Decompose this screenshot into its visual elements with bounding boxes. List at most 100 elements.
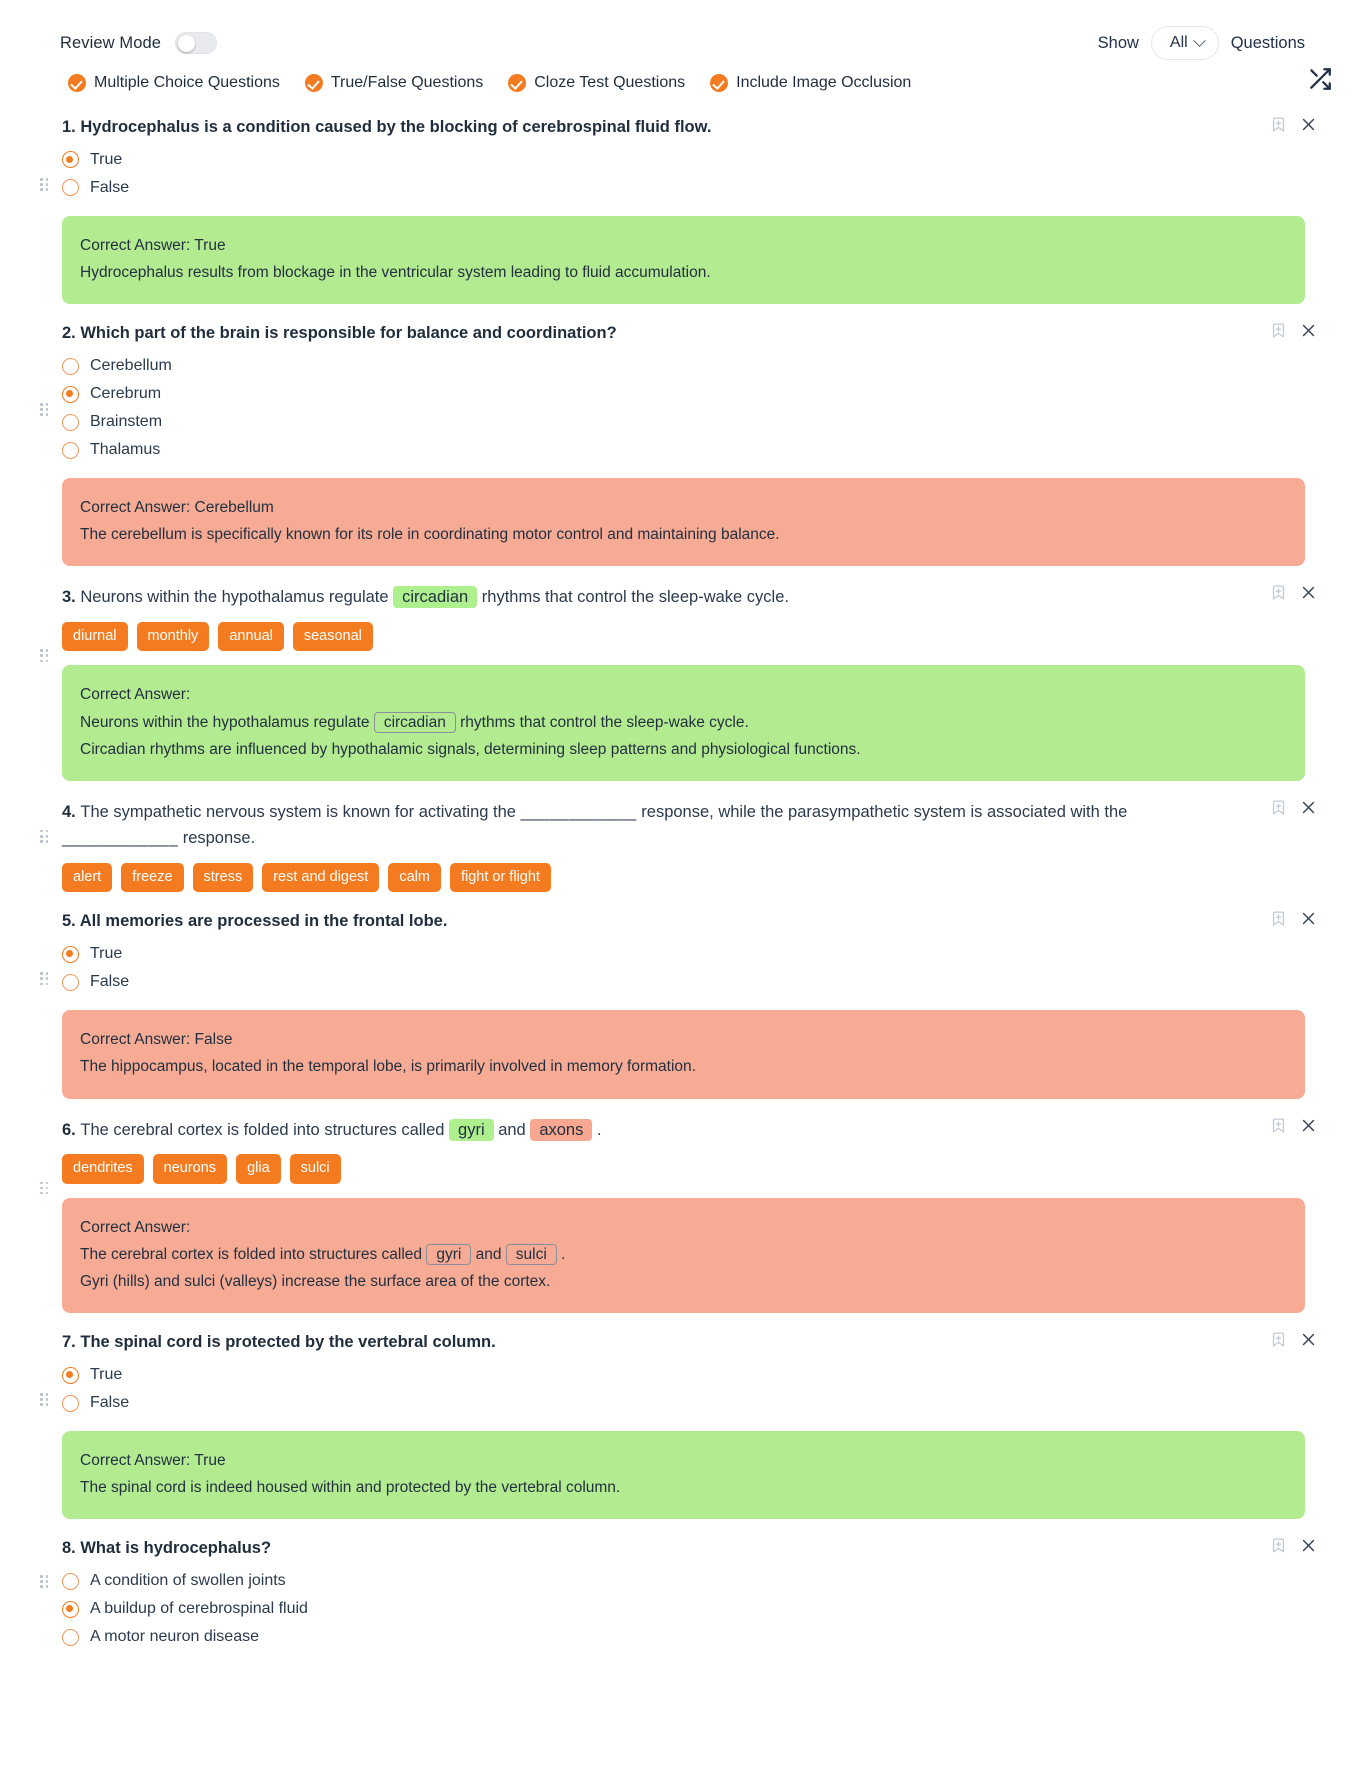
review-mode-control[interactable]: Review Mode	[60, 32, 218, 54]
cloze-blank-empty[interactable]: ____________	[521, 803, 637, 821]
radio-button[interactable]	[62, 1572, 79, 1590]
close-icon[interactable]	[1300, 116, 1317, 133]
word-chip[interactable]: dendrites	[62, 1153, 144, 1184]
option-row[interactable]: False	[62, 1389, 1305, 1417]
drag-handle-icon[interactable]	[40, 649, 50, 663]
radio-button[interactable]	[62, 945, 79, 963]
show-select[interactable]: All	[1150, 26, 1219, 60]
drag-dot	[40, 1403, 43, 1406]
cloze-blank-incorrect[interactable]: axons	[530, 1118, 593, 1141]
close-icon[interactable]	[1300, 322, 1317, 339]
cloze-blank-correct[interactable]: gyri	[449, 1118, 494, 1141]
bookmark-plus-icon[interactable]	[1270, 1117, 1287, 1134]
check-icon[interactable]	[710, 74, 729, 92]
word-chip[interactable]: fight or flight	[449, 862, 551, 893]
drag-handle-icon[interactable]	[40, 1181, 50, 1195]
option-row[interactable]: False	[62, 968, 1305, 996]
cloze-blank-empty[interactable]: ____________	[62, 829, 178, 847]
cloze-blank-correct[interactable]: circadian	[393, 586, 478, 609]
option-row[interactable]: True	[62, 1361, 1305, 1389]
close-icon[interactable]	[1300, 910, 1317, 927]
drag-dot	[40, 1580, 43, 1583]
question-text: 6. The cerebral cortex is folded into st…	[62, 1117, 1305, 1143]
bookmark-plus-icon[interactable]	[1270, 322, 1287, 339]
option-row[interactable]: Cerebellum	[62, 352, 1305, 380]
word-chip[interactable]: monthly	[136, 621, 210, 652]
word-chip[interactable]: seasonal	[292, 621, 373, 652]
shuffle-icon[interactable]	[1307, 66, 1335, 94]
bookmark-plus-icon[interactable]	[1270, 584, 1287, 601]
check-icon[interactable]	[304, 74, 323, 92]
close-icon[interactable]	[1300, 1117, 1317, 1134]
filter-label: Include Image Occlusion	[736, 74, 912, 91]
radio-button[interactable]	[62, 1628, 79, 1646]
radio-button[interactable]	[62, 357, 79, 375]
drag-dot	[40, 1186, 43, 1190]
radio-button[interactable]	[62, 1366, 79, 1384]
question-statement: Which part of the brain is responsible f…	[80, 324, 617, 343]
option-row[interactable]: True	[62, 940, 1305, 968]
radio-button[interactable]	[62, 385, 79, 403]
word-chip[interactable]: glia	[236, 1153, 281, 1184]
close-icon[interactable]	[1300, 799, 1317, 816]
bookmark-plus-icon[interactable]	[1270, 910, 1287, 927]
close-icon[interactable]	[1300, 584, 1317, 601]
check-icon[interactable]	[508, 74, 527, 92]
drag-dot	[40, 840, 43, 843]
option-row[interactable]: A motor neuron disease	[62, 1623, 1305, 1651]
drag-handle-icon[interactable]	[40, 829, 50, 843]
option-row[interactable]: Thalamus	[62, 436, 1305, 464]
cloze-text: The cerebral cortex is folded into struc…	[80, 1245, 427, 1263]
bookmark-plus-icon[interactable]	[1270, 116, 1287, 133]
cloze-answer-box[interactable]: gyri	[426, 1243, 472, 1265]
word-chip[interactable]: diurnal	[62, 621, 128, 652]
option-row[interactable]: False	[62, 174, 1305, 202]
bookmark-plus-icon[interactable]	[1270, 1537, 1287, 1554]
filter-3[interactable]: Include Image Occlusion	[710, 74, 911, 92]
word-chip[interactable]: calm	[388, 862, 441, 893]
filter-0[interactable]: Multiple Choice Questions	[68, 74, 280, 92]
check-icon[interactable]	[68, 74, 86, 92]
drag-handle-icon[interactable]	[40, 1575, 50, 1589]
filter-2[interactable]: Cloze Test Questions	[508, 74, 685, 92]
word-chip[interactable]: stress	[192, 862, 254, 893]
option-row[interactable]: True	[62, 146, 1305, 174]
cloze-text: .	[592, 1120, 602, 1139]
option-row[interactable]: A condition of swollen joints	[62, 1567, 1305, 1595]
question-block: 5. All memories are processed in the fro…	[0, 910, 1341, 1099]
drag-handle-icon[interactable]	[40, 403, 50, 416]
drag-handle-icon[interactable]	[40, 1393, 50, 1406]
option-row[interactable]: A buildup of cerebrospinal fluid	[62, 1595, 1305, 1623]
radio-button[interactable]	[62, 151, 79, 169]
radio-button[interactable]	[62, 413, 79, 431]
bookmark-plus-icon[interactable]	[1270, 799, 1287, 816]
radio-button[interactable]	[62, 179, 79, 197]
radio-button[interactable]	[62, 973, 79, 991]
review-mode-toggle[interactable]	[175, 32, 218, 54]
word-chip[interactable]: alert	[62, 862, 113, 893]
radio-button[interactable]	[62, 441, 79, 459]
drag-handle-icon[interactable]	[40, 178, 50, 191]
drag-dot	[40, 1585, 43, 1589]
option-row[interactable]: Cerebrum	[62, 380, 1305, 408]
close-icon[interactable]	[1300, 1537, 1317, 1554]
word-chip[interactable]: neurons	[152, 1153, 228, 1184]
drag-handle-icon[interactable]	[40, 972, 50, 986]
radio-button[interactable]	[62, 1394, 79, 1412]
radio-button[interactable]	[62, 1600, 79, 1618]
cloze-answer-box[interactable]: sulci	[505, 1243, 557, 1265]
drag-dot	[45, 840, 49, 843]
filter-1[interactable]: True/False Questions	[304, 74, 483, 92]
drag-dot	[40, 408, 43, 411]
word-chip[interactable]: rest and digest	[262, 862, 380, 893]
option-row[interactable]: Brainstem	[62, 408, 1305, 436]
cloze-sentence: The cerebral cortex is folded into struc…	[80, 1118, 602, 1141]
question-review-page: Review Mode Show All Questions Multiple …	[0, 0, 1365, 1651]
bookmark-plus-icon[interactable]	[1270, 1331, 1287, 1348]
word-chip[interactable]: annual	[218, 621, 284, 652]
cloze-answer-box[interactable]: circadian	[373, 711, 456, 733]
answer-explanation: The hippocampus, located in the temporal…	[80, 1058, 696, 1076]
word-chip[interactable]: freeze	[121, 862, 184, 893]
word-chip[interactable]: sulci	[289, 1153, 341, 1184]
close-icon[interactable]	[1300, 1331, 1317, 1348]
